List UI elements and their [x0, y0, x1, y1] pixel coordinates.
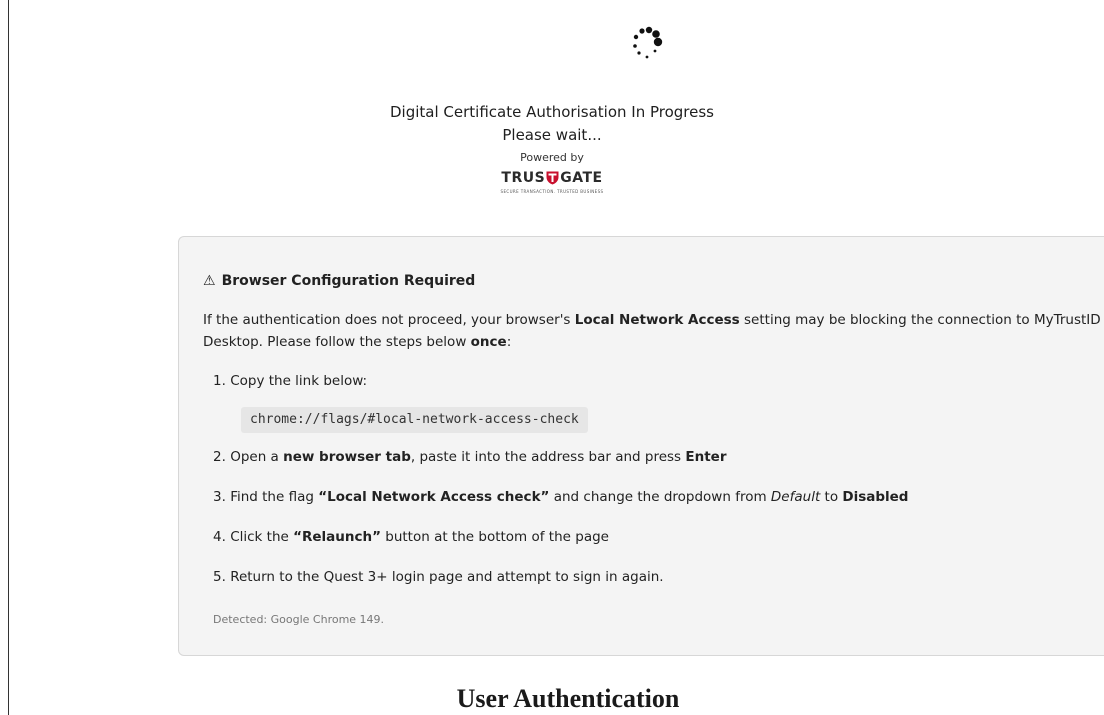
intro-emphasis: once: [470, 334, 507, 350]
step-4: 4. Click the “Relaunch” button at the bo…: [213, 529, 609, 545]
notice-title-text: Browser Configuration Required: [221, 273, 476, 289]
page-heading: User Authentication: [456, 684, 680, 713]
logo-word-right: GATE: [560, 170, 603, 186]
detected-browser: Detected: Google Chrome 149.: [213, 613, 385, 626]
step-1: 1. Copy the link below:: [213, 373, 368, 389]
flag-url-code[interactable]: chrome://flags/#local-network-access-che…: [241, 407, 588, 433]
status-wait-message: Please wait...: [502, 126, 602, 144]
powered-by-label: Powered by: [520, 151, 584, 164]
step-5: 5. Return to the Quest 3+ login page and…: [213, 569, 664, 585]
intro-text: :: [506, 334, 512, 350]
status-message: Digital Certificate Authorisation In Pro…: [390, 103, 714, 121]
logo-tagline: SECURE TRANSACTION. TRUSTED BUSINESS: [500, 189, 604, 194]
intro-setting-name: Local Network Access: [574, 312, 740, 328]
step-2: 2. Open a new browser tab, paste it into…: [213, 449, 727, 465]
step-3: 3. Find the flag “Local Network Access c…: [213, 489, 909, 505]
notice-intro: If the authentication does not proceed, …: [203, 309, 1103, 353]
notice-title: ⚠ Browser Configuration Required: [203, 273, 475, 289]
trustgate-logo: TRUS GATE SECURE TRANSACTION. TRUSTED BU…: [0, 170, 1104, 194]
page: Digital Certificate Authorisation In Pro…: [0, 0, 1104, 715]
logo-shield-icon: [546, 171, 559, 185]
browser-config-notice: ⚠ Browser Configuration Required If the a…: [178, 236, 1104, 656]
logo-word-left: TRUS: [501, 170, 546, 186]
loading-spinner-icon: [633, 26, 663, 59]
warning-icon: ⚠: [203, 273, 216, 289]
intro-text: If the authentication does not proceed, …: [203, 312, 575, 328]
